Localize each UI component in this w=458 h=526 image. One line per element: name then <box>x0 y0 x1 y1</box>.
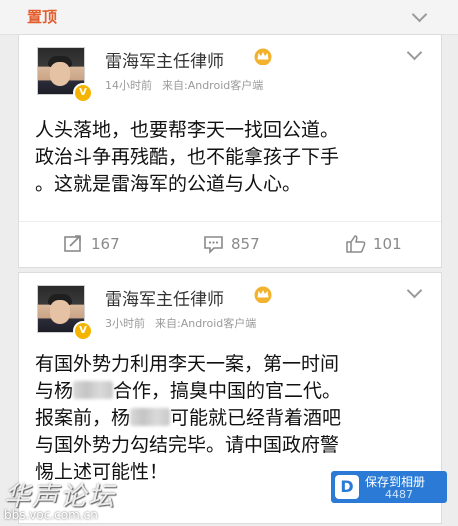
post-text-line: 报案前，杨 可能就已经背着酒吧 <box>35 405 431 432</box>
post-time: 3小时前 <box>105 317 145 330</box>
post-menu-chevron-icon[interactable] <box>406 282 423 299</box>
crown-icon <box>254 48 272 65</box>
thumbs-up-icon <box>346 235 366 253</box>
crown-icon <box>254 286 272 303</box>
post-text-line: 与杨 合作，搞臭中国的官二代。 <box>35 378 431 405</box>
post-meta: 14小时前 来自:Android客户端 <box>105 77 263 93</box>
post-menu-chevron-icon[interactable] <box>406 44 423 61</box>
post-time: 14小时前 <box>105 79 152 92</box>
pinned-header: 置顶 <box>0 0 458 35</box>
author-name[interactable]: 雷海军主任律师 <box>105 47 224 72</box>
post-text-line: 。这就是雷海军的公道与人心。 <box>35 173 302 195</box>
post-source: 来自:Android客户端 <box>162 79 264 92</box>
verified-badge-icon: V <box>73 321 93 341</box>
chevron-down-icon[interactable] <box>411 6 428 23</box>
post-text-fragment: 报案前，杨 <box>35 407 131 429</box>
avatar-face <box>50 300 70 324</box>
comment-count: 857 <box>231 235 260 253</box>
post-action-bar: 167 857 101 <box>19 221 441 268</box>
verified-badge-icon: V <box>73 83 93 103</box>
post-text: 人头落地，也要帮李天一找回公道。 政治斗争再残酷，也不能拿孩子下手 。这就是雷海… <box>35 117 431 198</box>
weibo-post-card: V 雷海军主任律师 14小时前 来自:Android客户端 人头落地，也要帮李天一… <box>18 34 442 268</box>
save-to-album-button[interactable]: D 保存到相册 4487 <box>331 471 447 503</box>
post-text-line: 有国外势力利用李天一案，第一时间 <box>35 353 340 375</box>
post-text-fragment: 可能就已经背着酒吧 <box>170 407 342 429</box>
site-url-watermark: bbs.voc.com.cn <box>4 508 98 522</box>
post-source: 来自:Android客户端 <box>155 317 257 330</box>
author-name[interactable]: 雷海军主任律师 <box>105 285 224 310</box>
post-text-line: 政治斗争再残酷，也不能拿孩子下手 <box>35 146 340 168</box>
post-text-line: 人头落地，也要帮李天一找回公道。 <box>35 119 340 141</box>
save-app-icon: D <box>335 475 359 499</box>
post-text-fragment: 与杨 <box>35 380 74 402</box>
redacted-name-blur <box>130 408 171 426</box>
like-count: 101 <box>373 235 402 253</box>
post-text-fragment: 合作，搞臭中国的官二代。 <box>113 380 342 402</box>
avatar-face <box>50 62 70 86</box>
post-text-line: 与国外势力勾结完毕。请中国政府警 <box>35 434 340 456</box>
pinned-label: 置顶 <box>27 8 58 26</box>
redacted-name-blur <box>73 381 114 399</box>
comment-icon <box>204 236 223 254</box>
post-text: 有国外势力利用李天一案，第一时间 与杨 合作，搞臭中国的官二代。 报案前，杨 可能就… <box>35 351 431 486</box>
repost-count: 167 <box>91 235 120 253</box>
save-badge-number: 4487 <box>385 488 413 501</box>
repost-icon <box>64 235 81 252</box>
post-meta: 3小时前 来自:Android客户端 <box>105 315 256 331</box>
